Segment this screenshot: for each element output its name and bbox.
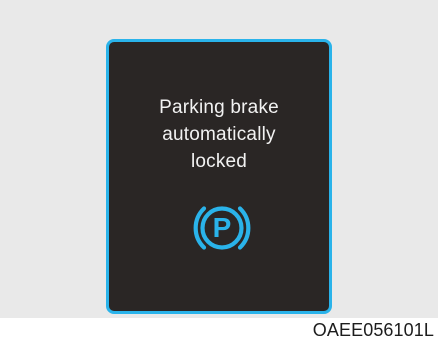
- cluster-display-panel: Parking brake automatically locked P: [106, 39, 332, 314]
- parking-brake-p-icon: P: [191, 197, 253, 259]
- parking-indicator-letter: P: [213, 212, 232, 243]
- figure-background: Parking brake automatically locked P: [0, 0, 438, 318]
- message-line-1: Parking brake: [159, 97, 279, 118]
- message-line-2: automatically: [162, 124, 276, 145]
- message-line-3: locked: [190, 151, 248, 172]
- figure-code-label: OAEE056101L: [312, 320, 434, 340]
- warning-message: Parking brake automatically locked: [109, 94, 329, 175]
